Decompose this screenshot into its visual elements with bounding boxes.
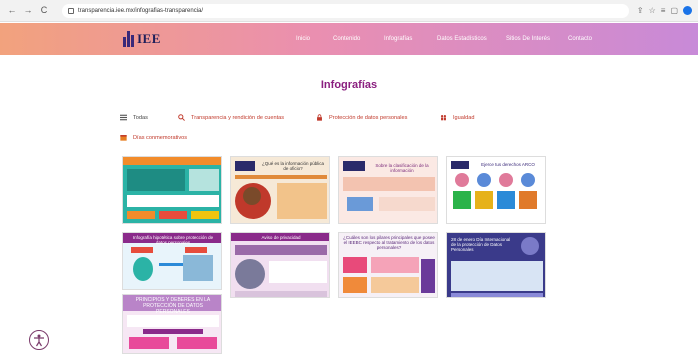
window-icon[interactable]: ▢ xyxy=(670,6,678,15)
card-heading: Sobre la clasificación de la información xyxy=(375,163,429,174)
search-icon xyxy=(178,114,185,121)
card-heading: ¿Qué es la información pública de oficio… xyxy=(261,161,325,172)
accessibility-button[interactable] xyxy=(29,330,49,350)
filter-transparencia[interactable]: Transparencia y rendición de cuentas xyxy=(178,114,284,121)
calendar-icon xyxy=(120,135,127,141)
filter-label: Transparencia y rendición de cuentas xyxy=(191,114,285,121)
accessibility-icon xyxy=(34,334,44,347)
filter-label: Igualdad xyxy=(453,114,475,121)
star-icon[interactable]: ☆ xyxy=(649,6,656,15)
lock-icon xyxy=(317,114,322,121)
card-heading: 28 de enero Día Internacional de la prot… xyxy=(451,237,511,253)
menu-item-sitios-de-interes[interactable]: Sitios De Interés xyxy=(506,36,550,42)
page-title: Infografías xyxy=(320,79,378,91)
site-header: IEE Inicio Contenido Infografías Datos E… xyxy=(0,23,698,55)
infographic-card[interactable]: ¿Qué es la información pública de oficio… xyxy=(230,156,330,224)
list-icon xyxy=(120,114,127,121)
infographic-card[interactable] xyxy=(122,156,222,224)
profile-icon[interactable] xyxy=(683,6,692,15)
share-icon[interactable]: ⇪ xyxy=(637,6,644,15)
sidepanel-icon[interactable]: ≡ xyxy=(661,6,666,15)
infographic-card[interactable]: ¿Cuáles son los pilares principales que … xyxy=(338,232,438,298)
forward-button[interactable]: → xyxy=(22,5,34,17)
category-filters: Todas Transparencia y rendición de cuent… xyxy=(0,110,698,150)
back-button[interactable]: ← xyxy=(6,5,18,17)
address-bar[interactable]: transparencia.iee.mx/infografias-transpa… xyxy=(62,3,629,18)
filter-label: Protección de datos personales xyxy=(329,114,408,121)
menu-item-datos-estadisticos[interactable]: Datos Estadísticos xyxy=(437,36,487,42)
card-heading: Aviso de privacidad xyxy=(261,235,301,240)
filter-label: Todas xyxy=(133,114,148,121)
filter-dias-conmemorativos[interactable]: Días conmemorativos xyxy=(120,134,187,141)
browser-toolbar: ← → C transparencia.iee.mx/infografias-t… xyxy=(0,0,698,22)
card-heading: Infografía hipotética sobre protección d… xyxy=(132,235,214,246)
infographic-card[interactable]: 28 de enero Día Internacional de la prot… xyxy=(446,232,546,298)
logo-text: IEE xyxy=(137,31,161,46)
filter-label: Días conmemorativos xyxy=(133,134,188,141)
people-icon xyxy=(440,114,447,121)
infographic-card[interactable]: Aviso de privacidad xyxy=(230,232,330,298)
site-logo[interactable]: IEE xyxy=(123,28,167,50)
infographic-card[interactable]: PRINCIPIOS Y DEBERES EN LA PROTECCIÓN DE… xyxy=(122,294,222,354)
lock-icon xyxy=(68,7,74,14)
menu-item-infografias[interactable]: Infografías xyxy=(384,36,412,42)
url-text: transparencia.iee.mx/infografias-transpa… xyxy=(78,7,204,14)
infographic-card[interactable]: Infografía hipotética sobre protección d… xyxy=(122,232,222,290)
infographic-card[interactable]: Sobre la clasificación de la información xyxy=(338,156,438,224)
card-heading: Ejerce tus derechos ARCO xyxy=(481,162,535,167)
infographic-card[interactable]: Ejerce tus derechos ARCO xyxy=(446,156,546,224)
menu-item-contenido[interactable]: Contenido xyxy=(333,36,360,42)
filter-proteccion-datos[interactable]: Protección de datos personales xyxy=(316,114,407,121)
filter-todas[interactable]: Todas xyxy=(120,114,148,121)
menu-item-contacto[interactable]: Contacto xyxy=(568,36,592,42)
card-heading: PRINCIPIOS Y DEBERES EN LA PROTECCIÓN DE… xyxy=(135,297,211,315)
card-heading: ¿Cuáles son los pilares principales que … xyxy=(343,235,435,251)
reload-button[interactable]: C xyxy=(38,5,50,17)
filter-igualdad[interactable]: Igualdad xyxy=(440,114,474,121)
menu-item-inicio[interactable]: Inicio xyxy=(296,36,310,42)
logo-mark-icon xyxy=(123,31,135,47)
